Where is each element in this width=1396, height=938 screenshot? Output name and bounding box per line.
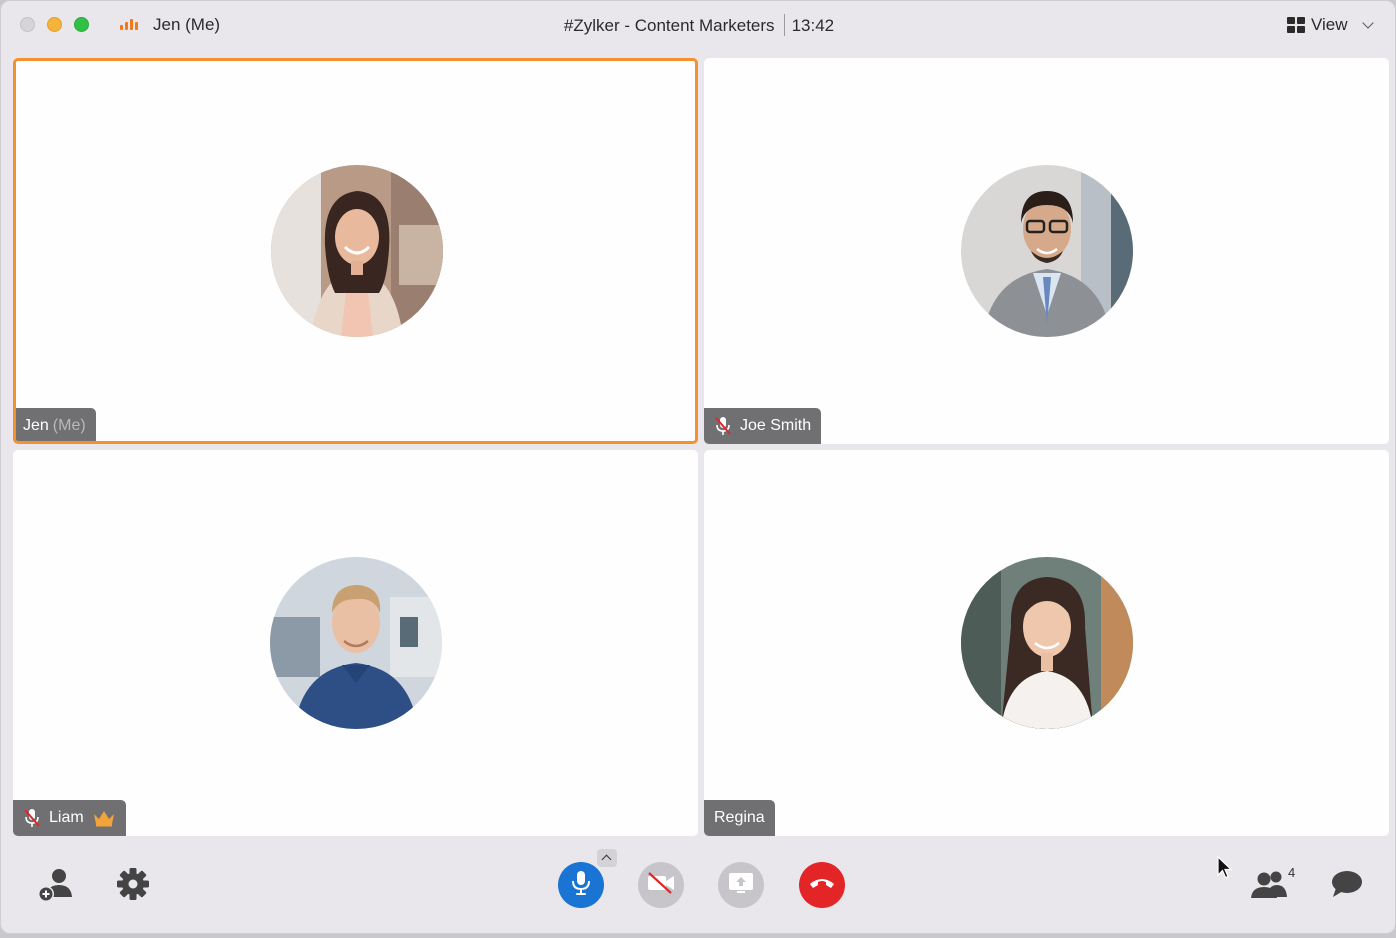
view-label: View: [1311, 15, 1348, 34]
screen-share-button[interactable]: [718, 862, 764, 908]
participants-icon[interactable]: [1250, 869, 1288, 904]
add-participant-icon[interactable]: [37, 867, 75, 908]
participant-name: Liam: [49, 809, 84, 826]
participant-name: Joe Smith: [740, 417, 812, 434]
microphone-muted-icon: [23, 808, 41, 828]
participant-name: Jen: [23, 417, 49, 434]
screen-share-icon: [728, 872, 754, 899]
microphone-icon: [571, 870, 591, 901]
end-call-icon: [808, 876, 836, 895]
host-crown-icon: [92, 809, 116, 827]
video-toggle-button[interactable]: [638, 862, 684, 908]
microphone-button[interactable]: [558, 862, 604, 908]
name-tag: Regina: [704, 800, 775, 836]
name-tag: Jen (Me): [16, 408, 96, 441]
name-tag: Joe Smith: [704, 408, 822, 444]
microphone-muted-icon: [714, 416, 732, 436]
name-tag: Liam: [13, 800, 126, 836]
audio-options-caret-button[interactable]: [597, 849, 617, 867]
grid-layout-icon: [1287, 17, 1305, 33]
participant-name: Regina: [714, 809, 765, 826]
avatar-liam: [270, 557, 442, 729]
view-layout-button[interactable]: View: [1287, 15, 1374, 35]
participants-count: 4: [1288, 865, 1296, 880]
meeting-title: #Zylker - Content Marketers: [563, 16, 775, 35]
avatar-jen: [271, 165, 443, 337]
avatar-joe-smith: [961, 165, 1133, 337]
participant-tile-liam[interactable]: Liam: [13, 450, 698, 836]
participant-suffix: (Me): [52, 417, 86, 434]
mouse-cursor-icon: [1217, 855, 1233, 885]
chat-bubble-icon[interactable]: [1331, 870, 1363, 903]
meeting-timer: 13:42: [791, 16, 835, 35]
meeting-title-bar: #Zylker - Content Marketers 13:42: [1, 14, 1395, 36]
participant-tile-regina[interactable]: Regina: [704, 450, 1389, 836]
chevron-down-icon: [1361, 17, 1374, 29]
meeting-window: Jen (Me) #Zylker - Content Marketers 13:4…: [0, 0, 1396, 934]
end-call-button[interactable]: [799, 862, 845, 908]
title-divider: [783, 14, 785, 36]
title-bar: Jen (Me) #Zylker - Content Marketers 13:4…: [1, 1, 1395, 51]
avatar-regina: [961, 557, 1133, 729]
settings-gear-icon[interactable]: [116, 867, 150, 906]
video-off-icon: [646, 871, 676, 899]
participant-tile-joe-smith[interactable]: Joe Smith: [704, 58, 1389, 444]
participant-tile-jen[interactable]: Jen (Me): [13, 58, 698, 444]
